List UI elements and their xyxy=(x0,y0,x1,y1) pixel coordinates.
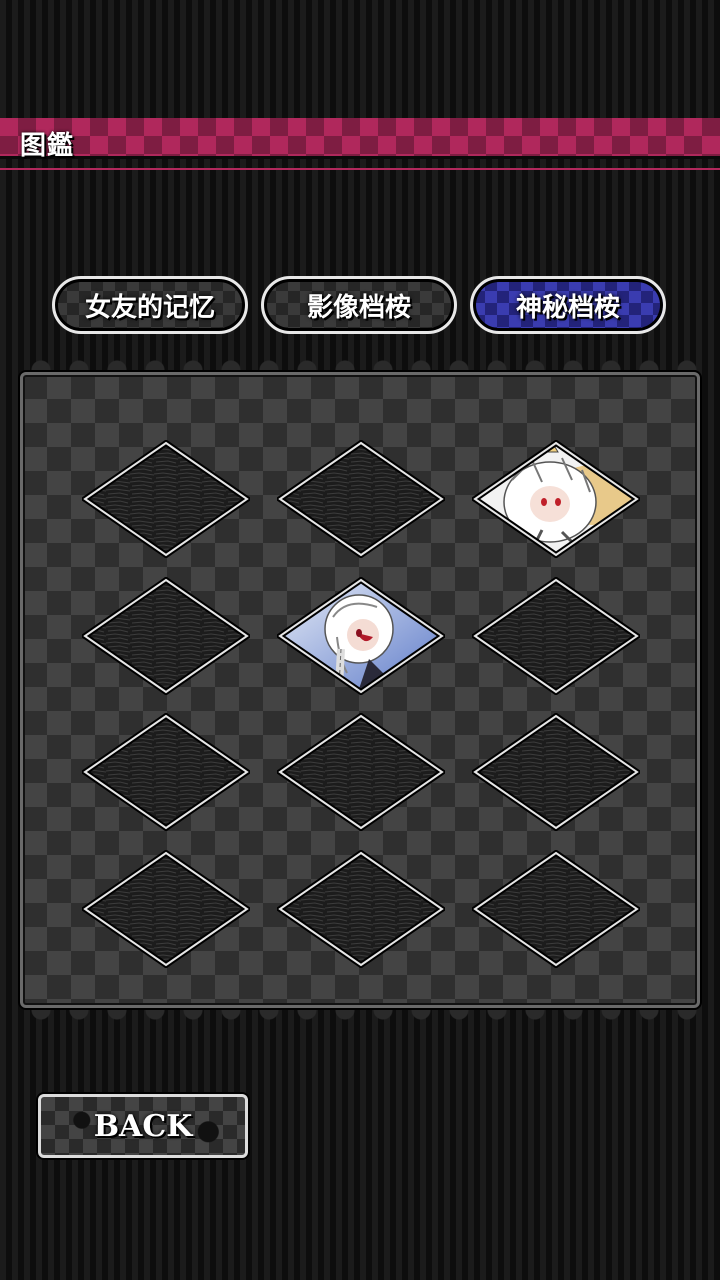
locked-slot-icon xyxy=(277,713,445,831)
gallery-slot-locked[interactable] xyxy=(82,713,250,831)
locked-slot-icon xyxy=(82,850,250,968)
gallery-slot-locked[interactable] xyxy=(82,440,250,558)
gallery-slot-locked[interactable] xyxy=(277,850,445,968)
gallery-slot-locked[interactable] xyxy=(472,577,640,695)
character-portrait-icon xyxy=(472,440,640,558)
gallery-slot-unlocked[interactable] xyxy=(472,440,640,558)
gallery-slot-locked[interactable] xyxy=(472,713,640,831)
gallery-slot-locked[interactable] xyxy=(82,577,250,695)
gallery-slot-locked[interactable] xyxy=(472,850,640,968)
panel-ornament-top xyxy=(22,348,698,370)
locked-slot-icon xyxy=(472,577,640,695)
header-band xyxy=(0,118,720,159)
locked-slot-icon xyxy=(82,577,250,695)
character-portrait-icon xyxy=(277,577,445,695)
gallery-slot-locked[interactable] xyxy=(277,713,445,831)
locked-slot-icon xyxy=(472,713,640,831)
locked-slot-icon xyxy=(82,713,250,831)
panel-ornament-bottom xyxy=(22,1010,698,1032)
locked-slot-icon xyxy=(472,850,640,968)
tab-girlfriend-memories[interactable]: 女友的记忆 xyxy=(52,276,248,334)
gallery-slot-unlocked[interactable] xyxy=(277,577,445,695)
locked-slot-icon xyxy=(82,440,250,558)
page-title: 图鑑 xyxy=(20,131,75,161)
locked-slot-icon xyxy=(277,440,445,558)
header-divider xyxy=(0,168,720,170)
gallery-slot-locked[interactable] xyxy=(277,440,445,558)
tab-video-archive[interactable]: 影像档桉 xyxy=(261,276,457,334)
locked-slot-icon xyxy=(277,850,445,968)
tab-mystery-archive[interactable]: 神秘档桉 xyxy=(470,276,666,334)
back-button[interactable]: BACK xyxy=(38,1094,248,1158)
gallery-panel xyxy=(20,372,700,1008)
gallery-slot-locked[interactable] xyxy=(82,850,250,968)
